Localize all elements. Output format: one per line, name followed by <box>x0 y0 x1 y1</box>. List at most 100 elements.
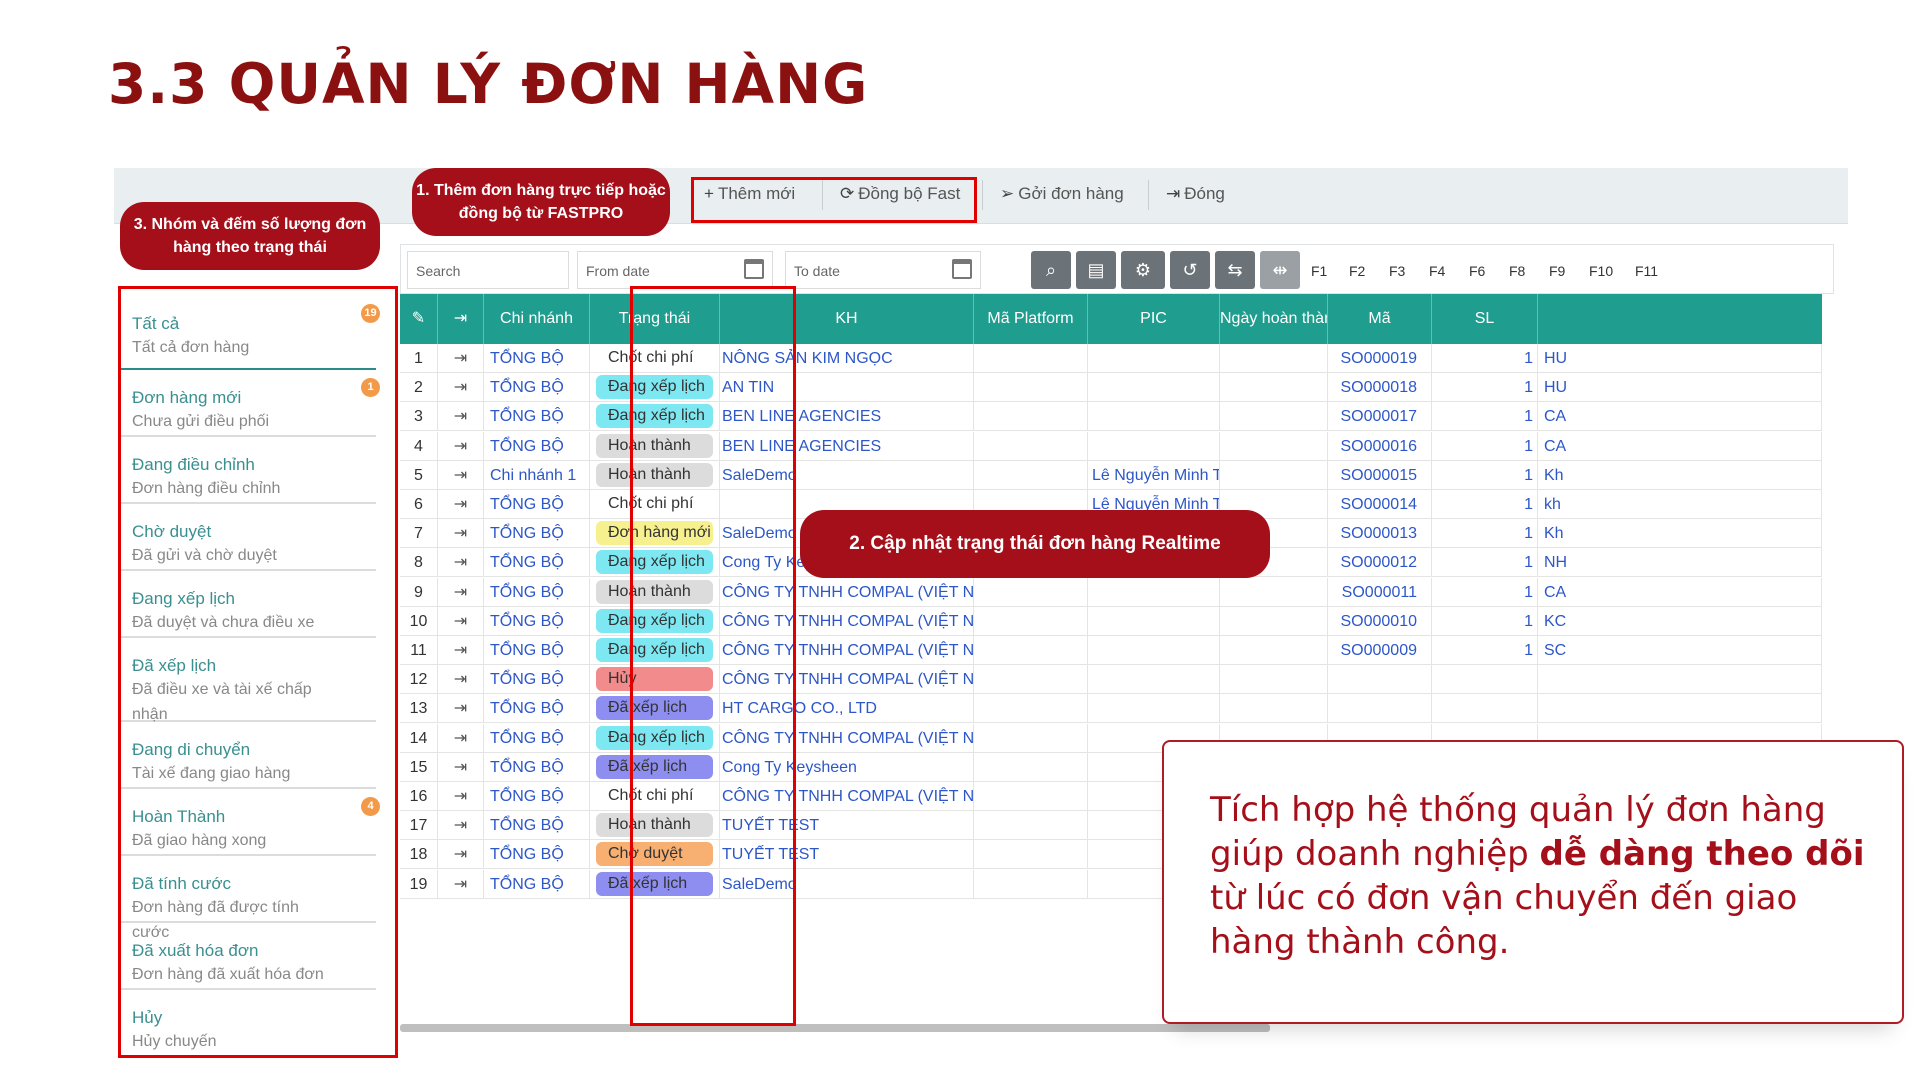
table-row[interactable]: 10 ⇥ TỔNG BỘ Đang xếp lịch CÔNG TY TNHH COMP… <box>400 606 1822 636</box>
export-icon[interactable]: ⇥ <box>454 700 467 717</box>
f11-key[interactable]: F11 <box>1635 263 1658 279</box>
settings-dropdown-button[interactable]: ⚙ <box>1121 251 1165 289</box>
collapse-button[interactable]: ⇹ <box>1260 251 1300 289</box>
row-export[interactable]: ⇥ <box>438 490 484 519</box>
row-export[interactable]: ⇥ <box>438 840 484 870</box>
export-icon[interactable]: ⇥ <box>454 467 467 484</box>
row-export[interactable]: ⇥ <box>438 519 484 549</box>
cell-completed-date <box>1220 606 1328 636</box>
table-row[interactable]: 1 ⇥ TỔNG BỘ Chốt chi phí NÔNG SẢN KIM NGỌC SO… <box>400 344 1822 373</box>
cell-branch: TỔNG BỘ <box>484 723 590 753</box>
cell-code[interactable]: SO000015 <box>1328 460 1432 490</box>
cell-code[interactable]: SO000012 <box>1328 548 1432 578</box>
column-header-qty[interactable]: SL <box>1432 294 1538 344</box>
f10-key[interactable]: F10 <box>1589 263 1613 279</box>
row-export[interactable]: ⇥ <box>438 431 484 461</box>
export-icon[interactable]: ⇥ <box>454 408 467 425</box>
row-export[interactable]: ⇥ <box>438 577 484 607</box>
row-export[interactable]: ⇥ <box>438 373 484 403</box>
column-header-pic[interactable]: PIC <box>1088 294 1220 344</box>
cell-code[interactable]: SO000019 <box>1328 344 1432 373</box>
annotation-add-sync: 1. Thêm đơn hàng trực tiếp hoặc đồng bộ … <box>412 168 670 236</box>
export-icon[interactable]: ⇥ <box>454 525 467 542</box>
row-export[interactable]: ⇥ <box>438 665 484 695</box>
row-number: 10 <box>400 606 438 636</box>
export-icon[interactable]: ⇥ <box>454 876 467 893</box>
column-header-completed-date[interactable]: Ngày hoàn thàn <box>1220 294 1328 344</box>
f8-key[interactable]: F8 <box>1509 263 1525 279</box>
cell-code[interactable]: SO000014 <box>1328 490 1432 519</box>
send-order-button[interactable]: ➢ Gởi đơn hàng <box>1000 184 1124 204</box>
row-export[interactable]: ⇥ <box>438 548 484 578</box>
table-row[interactable]: 12 ⇥ TỔNG BỘ Hủy CÔNG TY TNHH COMPAL (VIỆT N… <box>400 665 1822 695</box>
print-button[interactable]: ▤ <box>1076 251 1116 289</box>
export-icon[interactable]: ⇥ <box>454 788 467 805</box>
column-header-code[interactable]: Mã <box>1328 294 1432 344</box>
row-export[interactable]: ⇥ <box>438 723 484 753</box>
export-icon[interactable]: ⇥ <box>454 350 467 367</box>
cell-code[interactable] <box>1328 694 1432 724</box>
table-row[interactable]: 11 ⇥ TỔNG BỘ Đang xếp lịch CÔNG TY TNHH COMP… <box>400 636 1822 665</box>
export-icon[interactable]: ⇥ <box>454 584 467 601</box>
search-input[interactable]: Search <box>407 251 569 289</box>
f2-key[interactable]: F2 <box>1349 263 1365 279</box>
table-row[interactable]: 5 ⇥ Chi nhánh 1 Hoàn thành SaleDemo Lê Nguyễn… <box>400 460 1822 490</box>
row-export[interactable]: ⇥ <box>438 460 484 490</box>
table-row[interactable]: 4 ⇥ TỔNG BỘ Hoàn thành BEN LINE AGENCIES SO00… <box>400 431 1822 461</box>
cell-pic <box>1088 577 1220 607</box>
edit-column-header[interactable]: ✎ <box>400 294 438 344</box>
calendar-icon[interactable] <box>952 259 972 279</box>
row-export[interactable]: ⇥ <box>438 752 484 782</box>
row-export[interactable]: ⇥ <box>438 869 484 899</box>
cell-code[interactable]: SO000010 <box>1328 606 1432 636</box>
cell-platform-code <box>974 694 1088 724</box>
f9-key[interactable]: F9 <box>1549 263 1565 279</box>
cell-code[interactable]: SO000013 <box>1328 519 1432 549</box>
row-export[interactable]: ⇥ <box>438 694 484 724</box>
close-button[interactable]: ⇥ Đóng <box>1166 184 1225 204</box>
export-icon[interactable]: ⇥ <box>454 642 467 659</box>
row-export[interactable]: ⇥ <box>438 636 484 665</box>
to-date-field[interactable]: To date <box>785 251 981 289</box>
table-row[interactable]: 2 ⇥ TỔNG BỘ Đang xếp lịch AN TIN SO000018 1 HU <box>400 373 1822 403</box>
row-export[interactable]: ⇥ <box>438 606 484 636</box>
export-icon[interactable]: ⇥ <box>454 730 467 747</box>
export-icon[interactable]: ⇥ <box>454 438 467 455</box>
f3-key[interactable]: F3 <box>1389 263 1405 279</box>
column-header-branch[interactable]: Chi nhánh <box>484 294 590 344</box>
table-row[interactable]: 3 ⇥ TỔNG BỘ Đang xếp lịch BEN LINE AGENCIES S… <box>400 402 1822 432</box>
cell-pic <box>1088 636 1220 665</box>
export-icon[interactable]: ⇥ <box>454 613 467 630</box>
export-icon[interactable]: ⇥ <box>454 554 467 571</box>
table-row[interactable]: 13 ⇥ TỔNG BỘ Đã xếp lịch HT CARGO CO., LTD <box>400 694 1822 724</box>
cell-code[interactable]: SO000018 <box>1328 373 1432 403</box>
cell-code[interactable]: SO000009 <box>1328 636 1432 665</box>
swap-button[interactable]: ⇆ <box>1215 251 1255 289</box>
export-icon[interactable]: ⇥ <box>454 759 467 776</box>
export-icon[interactable]: ⇥ <box>454 817 467 834</box>
calendar-icon[interactable] <box>744 259 764 279</box>
cell-code[interactable]: SO000011 <box>1328 577 1432 607</box>
export-column-header[interactable]: ⇥ <box>438 294 484 344</box>
row-export[interactable]: ⇥ <box>438 402 484 432</box>
f1-key[interactable]: F1 <box>1311 263 1327 279</box>
column-header-platform-code[interactable]: Mã Platform <box>974 294 1088 344</box>
cell-code[interactable]: SO000016 <box>1328 431 1432 461</box>
search-button[interactable]: ⌕ <box>1031 251 1071 289</box>
f4-key[interactable]: F4 <box>1429 263 1445 279</box>
cell-code[interactable]: SO000017 <box>1328 402 1432 432</box>
gear-icon: ⚙ <box>1134 260 1152 280</box>
row-export[interactable]: ⇥ <box>438 811 484 841</box>
export-icon[interactable]: ⇥ <box>454 496 467 513</box>
row-export[interactable]: ⇥ <box>438 344 484 373</box>
horizontal-scrollbar[interactable] <box>400 1024 1270 1032</box>
export-icon[interactable]: ⇥ <box>454 846 467 863</box>
row-export[interactable]: ⇥ <box>438 782 484 811</box>
f6-key[interactable]: F6 <box>1469 263 1485 279</box>
export-icon[interactable]: ⇥ <box>454 671 467 688</box>
reload-button[interactable]: ↺ <box>1170 251 1210 289</box>
cell-code[interactable] <box>1328 665 1432 695</box>
from-date-field[interactable]: From date <box>577 251 773 289</box>
export-icon[interactable]: ⇥ <box>454 379 467 396</box>
table-row[interactable]: 9 ⇥ TỔNG BỘ Hoàn thành CÔNG TY TNHH COMPAL (… <box>400 577 1822 607</box>
